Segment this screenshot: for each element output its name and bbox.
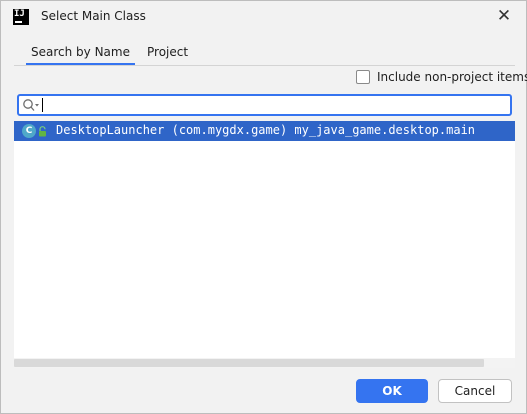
search-input[interactable] [42, 97, 508, 113]
list-item[interactable]: C DesktopLauncher (com.mygdx.game) my_ja… [14, 121, 515, 141]
title-bar: IJ Select Main Class ✕ [1, 1, 526, 33]
dialog-title: Select Main Class [41, 9, 146, 23]
scrollbar-thumb[interactable] [14, 359, 484, 367]
select-main-class-dialog: IJ Select Main Class ✕ Search by Name Pr… [0, 0, 527, 414]
logo-text: IJ [14, 9, 25, 19]
tabs-divider [14, 65, 515, 66]
ok-button[interactable]: OK [356, 379, 428, 403]
tab-search-by-name[interactable]: Search by Name [26, 45, 135, 66]
logo-bar [15, 21, 22, 23]
results-list[interactable]: C DesktopLauncher (com.mygdx.game) my_ja… [14, 121, 515, 368]
horizontal-scrollbar[interactable] [14, 358, 515, 368]
search-field[interactable] [17, 94, 512, 116]
text-caret [42, 98, 43, 112]
intellij-logo-icon: IJ [13, 9, 29, 25]
class-icon: C [22, 124, 36, 138]
close-icon[interactable]: ✕ [496, 8, 512, 25]
lock-icon [39, 126, 46, 137]
cancel-button[interactable]: Cancel [438, 379, 512, 403]
tab-project[interactable]: Project [147, 45, 207, 66]
search-icon[interactable] [22, 98, 40, 113]
include-non-project-label: Include non-project items [377, 70, 527, 84]
checkbox-box[interactable] [356, 70, 370, 84]
result-text: DesktopLauncher (com.mygdx.game) my_java… [56, 123, 476, 137]
